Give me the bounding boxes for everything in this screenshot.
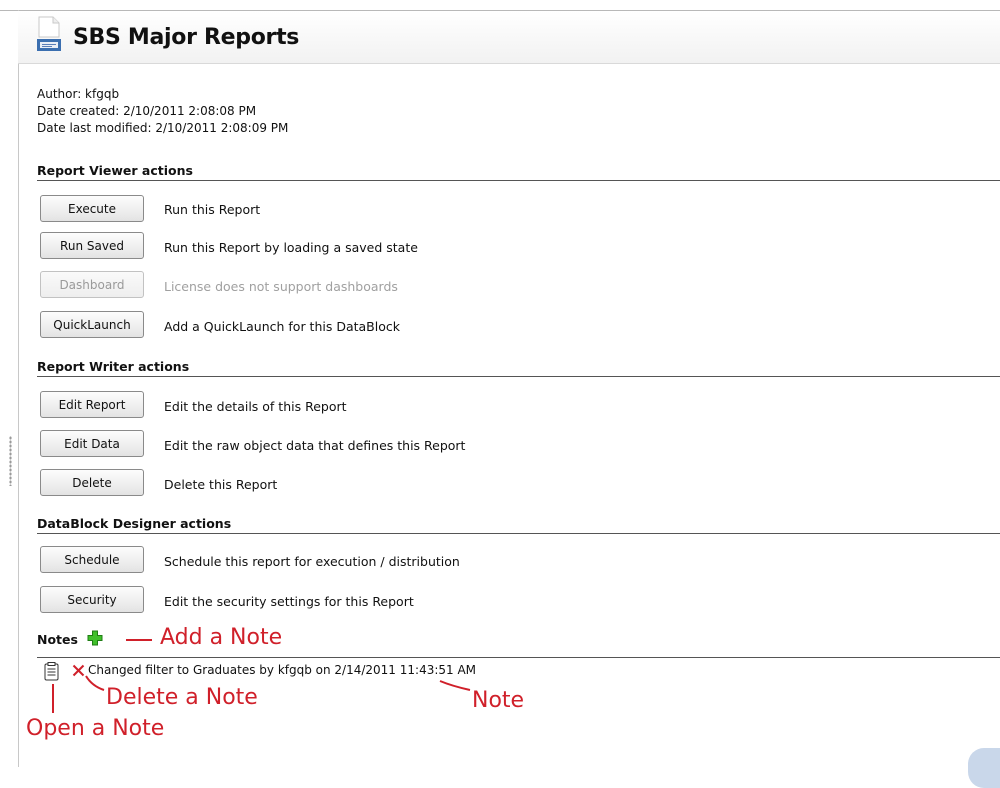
document-icon [37, 16, 61, 51]
execute-button[interactable]: Execute [40, 195, 144, 222]
security-description: Edit the security settings for this Repo… [164, 594, 414, 609]
corner-decoration [968, 748, 1000, 788]
execute-description: Run this Report [164, 202, 261, 217]
splitter-grip[interactable] [9, 436, 12, 486]
close-icon[interactable] [72, 664, 85, 677]
section-divider [37, 376, 1000, 377]
report-header: SBS Major Reports [18, 11, 1000, 64]
left-border [18, 10, 19, 767]
run-saved-description: Run this Report by loading a saved state [164, 240, 418, 255]
section-title-report-writer: Report Writer actions [37, 359, 190, 374]
edit-data-description: Edit the raw object data that defines th… [164, 438, 466, 453]
annotation-open-note: Open a Note [26, 716, 165, 741]
note-pointer [439, 680, 471, 691]
quicklaunch-button[interactable]: QuickLaunch [40, 311, 144, 338]
delete-description: Delete this Report [164, 477, 278, 492]
annotation-note: Note [472, 688, 525, 713]
notepad-icon[interactable] [44, 662, 59, 681]
notes-divider [37, 657, 1000, 658]
security-button[interactable]: Security [40, 586, 144, 613]
date-modified-text: Date last modified: 2/10/2011 2:08:09 PM [37, 121, 289, 135]
section-title-report-viewer: Report Viewer actions [37, 163, 193, 178]
report-metadata: Author: kfgqb Date created: 2/10/2011 2:… [37, 86, 288, 137]
annotation-add-note: Add a Note [160, 625, 283, 650]
plus-icon[interactable] [87, 630, 103, 646]
schedule-description: Schedule this report for execution / dis… [164, 554, 460, 569]
schedule-button[interactable]: Schedule [40, 546, 144, 573]
delete-button[interactable]: Delete [40, 469, 144, 496]
quicklaunch-description: Add a QuickLaunch for this DataBlock [164, 319, 400, 334]
annotation-delete-note: Delete a Note [106, 685, 258, 710]
section-divider [37, 533, 1000, 534]
author-text: Author: kfgqb [37, 87, 120, 101]
section-divider [37, 180, 1000, 181]
run-saved-button[interactable]: Run Saved [40, 232, 144, 259]
delete-note-pointer [85, 675, 105, 691]
note-text[interactable]: Changed filter to Graduates by kfgqb on … [88, 663, 476, 677]
page-title: SBS Major Reports [73, 25, 300, 50]
edit-report-button[interactable]: Edit Report [40, 391, 144, 418]
dashboard-button[interactable]: Dashboard [40, 271, 144, 298]
date-created-text: Date created: 2/10/2011 2:08:08 PM [37, 104, 257, 118]
edit-data-button[interactable]: Edit Data [40, 430, 144, 457]
dashboard-description: License does not support dashboards [164, 279, 398, 294]
notes-title: Notes [37, 632, 78, 647]
edit-report-description: Edit the details of this Report [164, 399, 347, 414]
section-title-datablock-designer: DataBlock Designer actions [37, 516, 232, 531]
